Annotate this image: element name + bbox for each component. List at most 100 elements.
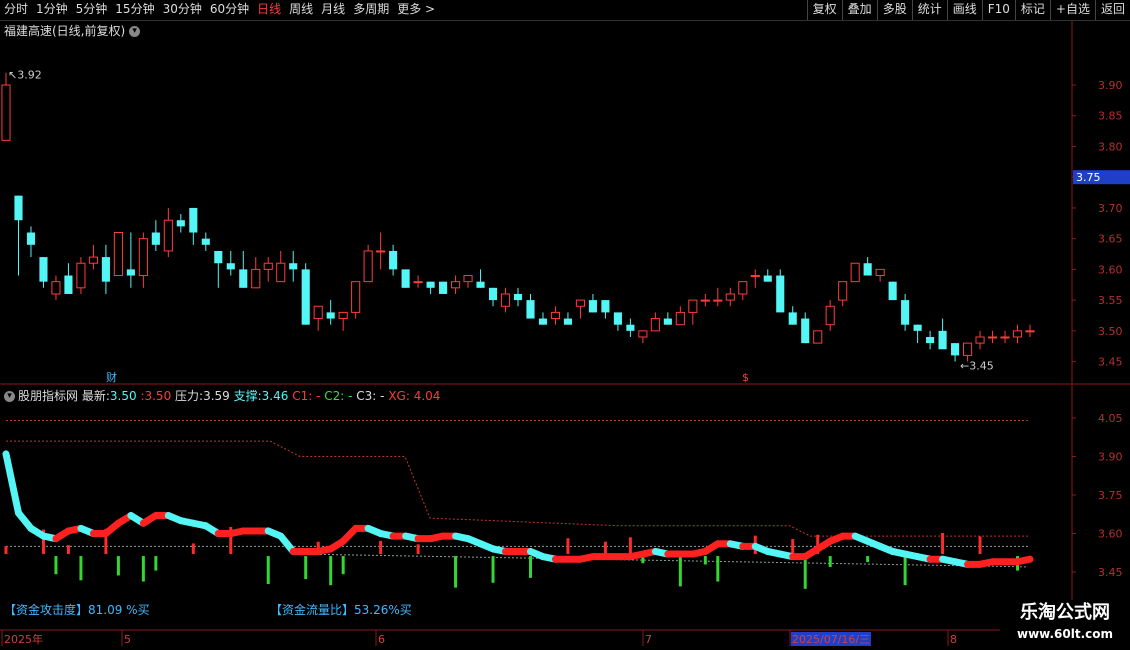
candle-body (538, 318, 548, 325)
histogram-bar (379, 540, 383, 555)
toolbar-action-button[interactable]: F10 (981, 0, 1015, 20)
toolbar-action-button[interactable]: 多股 (876, 0, 912, 20)
period-tab[interactable]: 15分钟 (111, 0, 158, 20)
histogram-bar (903, 556, 907, 586)
period-tab[interactable]: 日线 (253, 0, 285, 20)
histogram-bar (678, 556, 682, 587)
y-tick-label: 3.65 (1098, 233, 1123, 246)
toolbar-action-button[interactable]: 画线 (946, 0, 982, 20)
period-tab[interactable]: 更多 > (393, 0, 439, 20)
candle-body (488, 287, 498, 301)
histogram-bar (304, 556, 308, 580)
candle-body (313, 305, 323, 320)
candle-body (913, 324, 922, 331)
candle-body (163, 219, 173, 252)
candle-body (189, 207, 198, 233)
chevron-down-icon[interactable]: ▾ (129, 26, 141, 37)
current-price-label: 3.75 (1076, 171, 1101, 184)
candle-body (951, 343, 960, 356)
period-tab[interactable]: 周线 (285, 0, 317, 20)
latest-label: 最新: (81, 389, 110, 403)
candle-body (88, 256, 98, 264)
candle-body (376, 250, 386, 253)
candle-body (263, 262, 273, 270)
pressure-label: 压力: (175, 389, 204, 403)
histogram-bar (491, 556, 495, 583)
candle-body (351, 281, 361, 313)
pressure-value: 3.59 (203, 389, 230, 403)
candle-body (26, 232, 36, 245)
period-tab[interactable]: 1分钟 (32, 0, 72, 20)
candle-body (138, 238, 148, 277)
candle-body (426, 281, 435, 288)
candle-body (725, 293, 735, 301)
period-tab[interactable]: 月线 (317, 0, 349, 20)
candle-body (113, 232, 123, 277)
support-label: 支撑: (233, 389, 262, 403)
candle-body (126, 269, 135, 276)
period-tab[interactable]: 分时 (0, 0, 32, 20)
chevron-down-icon[interactable]: ▾ (4, 391, 15, 402)
toolbar-action-button[interactable]: 返回 (1094, 0, 1130, 20)
xg-label: XG: 4.04 (388, 389, 441, 403)
toolbar: 分时 1分钟 5分钟 15分钟 30分钟 60分钟 日线 周线 月线 多周期 更多 > 复权 叠加 多股… (0, 0, 1130, 21)
candle-body (476, 281, 485, 288)
indicator-name: 股朋指标网 (18, 389, 79, 403)
indicator-line-segment (1014, 555, 1034, 566)
toolbar-action-button[interactable]: 标记 (1014, 0, 1050, 20)
histogram-bar (703, 556, 707, 565)
flow-note: 【资金流量比】53.26%买 (270, 603, 412, 617)
candle-body (963, 342, 973, 356)
toolbar-action-button[interactable]: 复权 (806, 0, 842, 20)
period-tab[interactable]: 5分钟 (72, 0, 112, 20)
candle-body (64, 275, 73, 294)
histogram-bar (266, 556, 270, 584)
candle-body (550, 311, 561, 320)
y-tick-label: 3.55 (1098, 294, 1123, 307)
histogram-bar (79, 556, 83, 581)
candle-body (825, 305, 835, 326)
toolbar-action-button[interactable]: +自选 (1049, 0, 1095, 20)
indicator-line-segment (2, 450, 22, 517)
histogram-bar (416, 544, 420, 555)
candle-body (363, 250, 373, 283)
candle-body (850, 262, 860, 283)
c2-label: C2: - (324, 389, 353, 403)
histogram-bar (54, 556, 58, 575)
xaxis-label: 5 (124, 633, 131, 646)
candle-body (1000, 336, 1010, 339)
candle-body (938, 330, 947, 350)
attack-note: 【资金攻击度】81.09 %买 (4, 603, 150, 617)
support-value: 3.46 (261, 389, 289, 403)
stock-title: 福建高速(日线,前复权) (4, 24, 126, 38)
period-tab[interactable]: 60分钟 (206, 0, 253, 20)
xaxis-label: 2025年 (4, 632, 43, 646)
candle-body (276, 262, 286, 283)
period-tab[interactable]: 30分钟 (159, 0, 206, 20)
y-tick-label: 3.90 (1098, 79, 1123, 92)
candle-body (763, 275, 772, 282)
candle-body (987, 336, 998, 339)
histogram-bar (828, 556, 832, 567)
watermark-url: www.60lt.com (1016, 627, 1114, 641)
y-tick-label: 3.60 (1098, 528, 1123, 541)
y-tick-label: 3.45 (1098, 566, 1123, 579)
y-tick-label: 3.50 (1098, 325, 1123, 338)
candle-body (563, 318, 573, 325)
histogram-bar (191, 543, 195, 555)
toolbar-action-button[interactable]: 叠加 (841, 0, 877, 20)
candle-body (700, 299, 710, 302)
y-tick-label: 3.75 (1098, 489, 1123, 502)
candle-body (76, 262, 86, 289)
candle-body (463, 275, 473, 283)
main-chart-title[interactable]: 福建高速(日线,前复权) ▾ (4, 22, 141, 39)
y-tick-label: 3.85 (1098, 110, 1123, 123)
histogram-bar (329, 556, 333, 586)
candle-body (39, 257, 48, 282)
toolbar-action-button[interactable]: 统计 (911, 0, 947, 20)
watermark-title: 乐淘公式网 (1020, 602, 1110, 623)
c3-label: C3: - (356, 389, 385, 403)
candle-body (14, 195, 23, 221)
period-tab[interactable]: 多周期 (349, 0, 393, 20)
candle-body (926, 336, 935, 344)
